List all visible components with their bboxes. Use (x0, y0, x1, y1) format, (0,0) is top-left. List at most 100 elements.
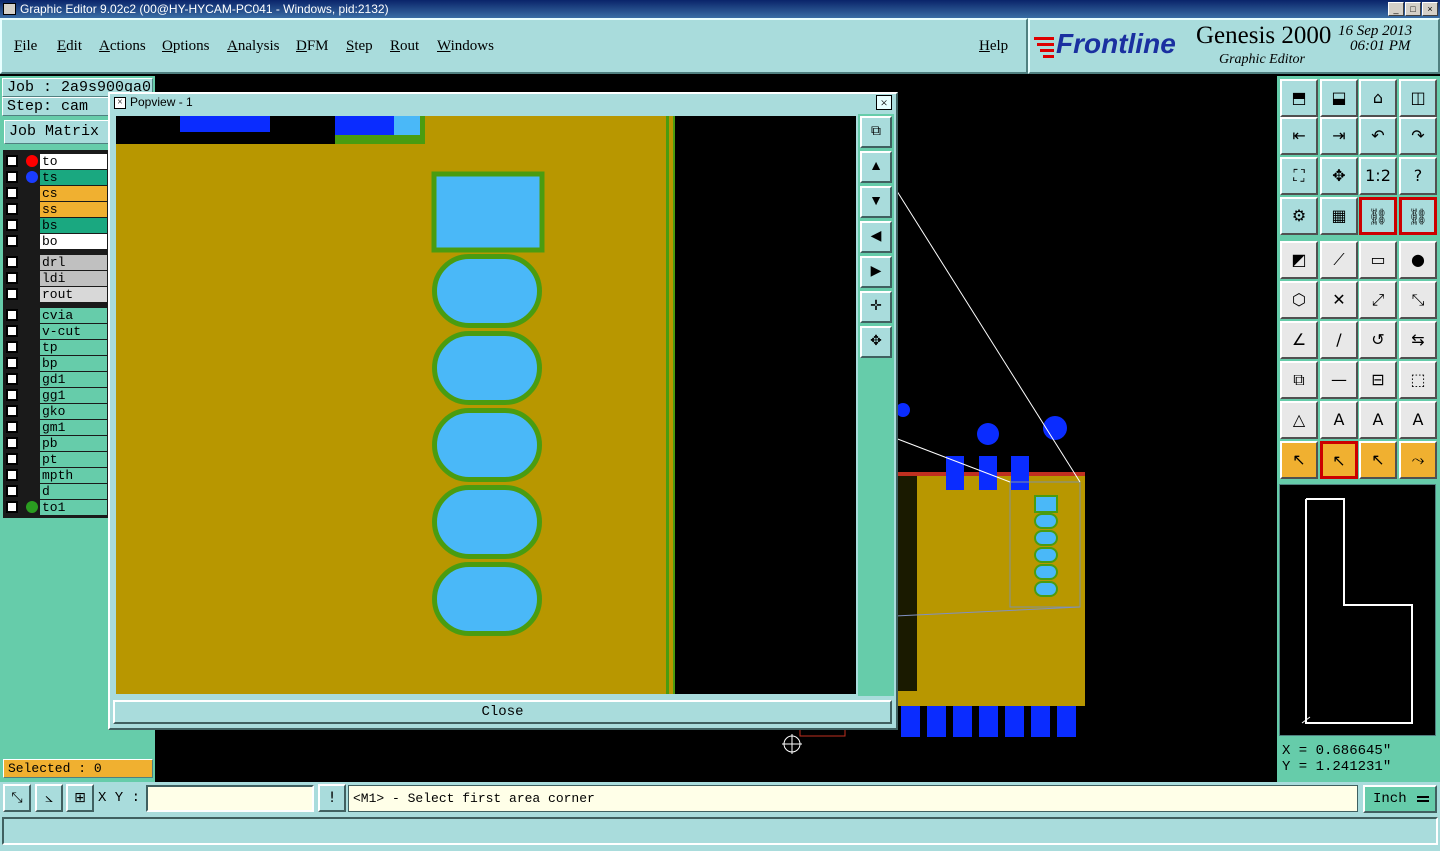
delete-icon[interactable]: ✕ (1320, 281, 1358, 319)
layer-row-pt[interactable]: pt (6, 452, 107, 467)
arc-icon[interactable]: ↺ (1359, 321, 1397, 359)
text-icon[interactable]: A (1320, 401, 1358, 439)
layer-checkbox[interactable] (6, 309, 18, 321)
import-icon[interactable]: ⇤ (1280, 117, 1318, 155)
layer-row-v-cut[interactable]: v-cut (6, 324, 107, 339)
xy-input[interactable] (146, 785, 314, 812)
ruler-icon[interactable]: ▭ (1359, 241, 1397, 279)
zoom-area-icon[interactable]: ✥ (1320, 157, 1358, 195)
circle-icon[interactable]: ● (1399, 241, 1437, 279)
units-dropdown[interactable]: Inch (1363, 785, 1437, 813)
layer-row-gko[interactable]: gko (6, 404, 107, 419)
layer-checkbox[interactable] (6, 373, 18, 385)
overview-map[interactable] (1279, 484, 1436, 736)
select-icon[interactable]: ↖ (1320, 441, 1358, 479)
pointer-icon[interactable]: ↖ (1280, 441, 1318, 479)
layer-checkbox[interactable] (6, 256, 18, 268)
layer-name[interactable]: gd1 (40, 372, 107, 387)
layer-row-ts[interactable]: ts (6, 170, 107, 185)
triangle-icon[interactable]: △ (1280, 401, 1318, 439)
command-line[interactable] (2, 817, 1438, 845)
mirror-icon[interactable]: ⇆ (1399, 321, 1437, 359)
popview-canvas[interactable] (116, 116, 856, 694)
warning-button[interactable]: ! (318, 784, 346, 812)
menu-edit[interactable]: Edit (57, 38, 82, 55)
open-icon[interactable]: ⬒ (1280, 79, 1318, 117)
scale-icon[interactable]: 1:2 (1359, 157, 1397, 195)
layer-checkbox[interactable] (6, 341, 18, 353)
layer-checkbox[interactable] (6, 272, 18, 284)
layer-checkbox[interactable] (6, 235, 18, 247)
layer-name[interactable]: gko (40, 404, 107, 419)
layer-row-pb[interactable]: pb (6, 436, 107, 451)
layer-name[interactable]: d (40, 484, 107, 499)
layer-name[interactable]: bs (40, 218, 107, 233)
angle-select-icon[interactable]: ⦣ (35, 784, 63, 812)
menu-file[interactable]: File (14, 38, 37, 55)
layer-row-gd1[interactable]: gd1 (6, 372, 107, 387)
maximize-button[interactable]: □ (1405, 2, 1421, 16)
layer-row-d[interactable]: d (6, 484, 107, 499)
layer-row-ss[interactable]: ss (6, 202, 107, 217)
line-icon[interactable]: / (1320, 321, 1358, 359)
layer-name[interactable]: cvia (40, 308, 107, 323)
layer-name[interactable]: tp (40, 340, 107, 355)
pan-down-icon[interactable]: ▼ (860, 186, 892, 218)
add-pad-icon[interactable]: ◩ (1280, 241, 1318, 279)
pan-right-icon[interactable]: ▶ (860, 256, 892, 288)
layer-checkbox[interactable] (6, 155, 18, 167)
layer-name[interactable]: gm1 (40, 420, 107, 435)
menu-dfm[interactable]: DFM (296, 38, 329, 55)
fit-icon[interactable]: ⛶ (1280, 157, 1318, 195)
layer-checkbox[interactable] (6, 453, 18, 465)
layer-checkbox[interactable] (6, 405, 18, 417)
menu-options[interactable]: Options (162, 38, 210, 55)
pan-up-icon[interactable]: ▲ (860, 151, 892, 183)
layer-row-to1[interactable]: to1 (6, 500, 107, 515)
shapes-icon[interactable]: ⬚ (1399, 361, 1437, 399)
layer-checkbox[interactable] (6, 485, 18, 497)
layer-name[interactable]: pt (40, 452, 107, 467)
layer-row-ldi[interactable]: ldi (6, 271, 107, 286)
layer-name[interactable]: ts (40, 170, 107, 185)
zoom-out-icon[interactable]: ✥ (860, 326, 892, 358)
text-select-icon[interactable]: A (1399, 401, 1437, 439)
layer-name[interactable]: v-cut (40, 324, 107, 339)
layer-row-cs[interactable]: cs (6, 186, 107, 201)
layer-name[interactable]: rout (40, 287, 107, 302)
layer-name[interactable]: gg1 (40, 388, 107, 403)
layer-row-tp[interactable]: tp (6, 340, 107, 355)
menu-windows[interactable]: Windows (437, 38, 494, 55)
zoom-in-icon[interactable]: ✛ (860, 291, 892, 323)
grid-icon[interactable]: ▦ (1320, 197, 1358, 235)
layer-name[interactable]: cs (40, 186, 107, 201)
layer-checkbox[interactable] (6, 325, 18, 337)
connect-icon[interactable]: ⬡ (1280, 281, 1318, 319)
undo-icon[interactable]: ↶ (1359, 117, 1397, 155)
home-icon[interactable]: ⌂ (1359, 79, 1397, 117)
query-icon[interactable]: ? (1399, 157, 1437, 195)
copy-icon[interactable]: ⤡ (1399, 281, 1437, 319)
popview-close-button[interactable]: Close (113, 700, 892, 724)
draw-line-icon[interactable]: ⟋ (1320, 241, 1358, 279)
layer-row-mpth[interactable]: mpth (6, 468, 107, 483)
layer-name[interactable]: mpth (40, 468, 107, 483)
pan-left-icon[interactable]: ◀ (860, 221, 892, 253)
layer-row-cvia[interactable]: cvia (6, 308, 107, 323)
menu-step[interactable]: Step (346, 38, 373, 55)
layer-checkbox[interactable] (6, 203, 18, 215)
export-icon[interactable]: ⇥ (1320, 117, 1358, 155)
net-icon[interactable]: ⛓ (1359, 197, 1397, 235)
layer-row-gm1[interactable]: gm1 (6, 420, 107, 435)
measure-icon[interactable]: ⊟ (1359, 361, 1397, 399)
layer-name[interactable]: bp (40, 356, 107, 371)
layer-checkbox[interactable] (6, 288, 18, 300)
save-icon[interactable]: ⬓ (1320, 79, 1358, 117)
resize-icon[interactable]: ⧉ (1280, 361, 1318, 399)
layer-name[interactable]: drl (40, 255, 107, 270)
area-select-icon[interactable]: ⤡ (3, 784, 31, 812)
layer-checkbox[interactable] (6, 357, 18, 369)
menu-analysis[interactable]: Analysis (227, 38, 280, 55)
layer-name[interactable]: bo (40, 234, 107, 249)
window-icon[interactable]: ◫ (1399, 79, 1437, 117)
